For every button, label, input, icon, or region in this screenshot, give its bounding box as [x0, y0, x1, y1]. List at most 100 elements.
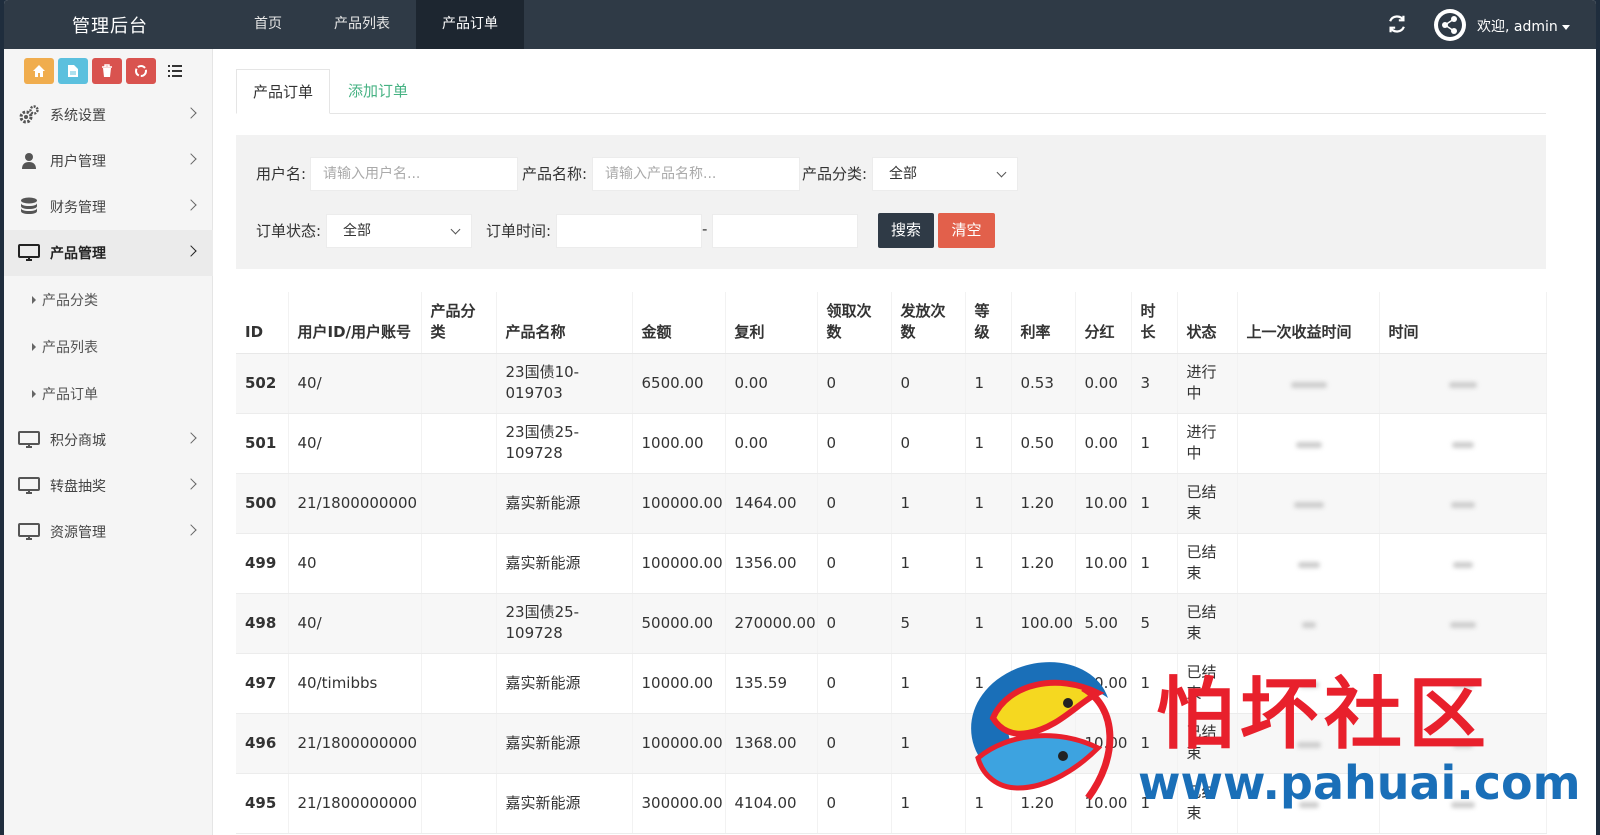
sidebar-item-finance[interactable]: 财务管理 [4, 184, 213, 230]
avatar[interactable] [1434, 9, 1466, 41]
sidebar-subitem-product-category[interactable]: 产品分类 [4, 276, 213, 323]
column-header-level: 等级 [965, 292, 1012, 354]
monitor-icon [18, 242, 40, 264]
sidebar-item-lucky-wheel[interactable]: 转盘抽奖 [4, 463, 213, 509]
table-row[interactable]: 498 40/23国债25-109728 50000.00 270000.00 0 5 1 1… [236, 593, 1547, 654]
cell-compound: 270000.00 [725, 593, 818, 654]
cell-user: 40/ [288, 353, 422, 414]
table-row[interactable]: 499 40 嘉实新能源 100000.00 1356.00 0 1 1 1.20 10.00 1 已… [236, 533, 1547, 594]
order-time-end-input[interactable] [712, 214, 858, 248]
column-header-category: 产品分类 [421, 292, 497, 354]
chevron-right-icon [185, 107, 197, 119]
nav-product-orders[interactable]: 产品订单 [416, 0, 524, 49]
cell-time [1379, 713, 1547, 774]
clear-button[interactable]: 清空 [938, 213, 995, 248]
cell-user: 40/timibbs [288, 653, 422, 714]
cell-user: 40/ [288, 593, 422, 654]
sidebar-subitem-product-orders[interactable]: 产品订单 [4, 370, 213, 417]
table-row[interactable]: 500 21/1800000000 嘉实新能源 100000.00 1464.00 0 1 1… [236, 473, 1547, 534]
cell-claim-count: 0 [817, 473, 892, 534]
cell-amount: 100000.00 [632, 473, 726, 534]
table-row[interactable]: 496 21/1800000000 嘉实新能源 100000.00 1368.00 0 1 1… [236, 713, 1547, 774]
cell-rate: 1.20 [1011, 713, 1076, 774]
cell-time [1379, 533, 1547, 594]
cell-level: 1 [965, 713, 1012, 774]
sidebar-item-resource-management[interactable]: 资源管理 [4, 509, 213, 555]
cell-bonus: 0.00 [1075, 353, 1132, 414]
sidebar-item-label: 用户管理 [50, 154, 106, 170]
cell-user: 40/ [288, 413, 422, 474]
cell-rate: 0.50 [1011, 413, 1076, 474]
sidebar-item-user-management[interactable]: 用户管理 [4, 138, 213, 184]
cell-amount: 6500.00 [632, 353, 726, 414]
sidebar-item-label: 产品管理 [50, 246, 106, 262]
cell-category [421, 533, 497, 594]
user-menu[interactable]: 欢迎, admin [1477, 16, 1570, 36]
caret-down-icon [1561, 24, 1570, 30]
cell-category [421, 473, 497, 534]
product-name-input[interactable]: 请输入产品名称... [592, 157, 800, 191]
cell-id: 495 [236, 773, 289, 834]
recycle-button[interactable] [126, 58, 156, 84]
sidebar-item-product-management[interactable]: 产品管理 [4, 230, 213, 276]
cell-issue-count: 5 [891, 593, 966, 654]
redacted-timestamp [1453, 741, 1473, 748]
table-row[interactable]: 502 40/23国债10-019703 6500.00 0.00 0 0 1 0.53 0.0… [236, 353, 1547, 414]
file-button[interactable] [58, 58, 88, 84]
cell-level: 1 [965, 413, 1012, 474]
table-body: 502 40/23国债10-019703 6500.00 0.00 0 0 1 0.53 0.0… [236, 353, 1547, 834]
cell-id: 496 [236, 713, 289, 774]
chevron-right-icon [185, 524, 197, 536]
cell-level: 1 [965, 353, 1012, 414]
sidebar-item-system-settings[interactable]: 系统设置 [4, 92, 213, 138]
home-button[interactable] [24, 58, 54, 84]
cell-time [1379, 653, 1547, 714]
cell-last-income-time [1237, 713, 1380, 774]
filter-panel: 用户名: 请输入用户名... 产品名称: 请输入产品名称... 产品分类: 全部… [236, 135, 1546, 269]
refresh-icon[interactable] [1386, 13, 1408, 35]
sidebar-subitem-product-list[interactable]: 产品列表 [4, 323, 213, 370]
cell-amount: 50000.00 [632, 593, 726, 654]
redacted-timestamp [1298, 681, 1319, 688]
cell-duration: 1 [1131, 413, 1178, 474]
cell-product-name: 嘉实新能源 [496, 773, 633, 834]
cell-bonus: 10.00 [1075, 773, 1132, 834]
cell-category [421, 353, 497, 414]
tab-bar: 产品订单 添加订单 [236, 69, 1546, 114]
trash-button[interactable] [92, 58, 122, 84]
cell-product-name: 嘉实新能源 [496, 533, 633, 594]
username-input[interactable]: 请输入用户名... [310, 157, 518, 191]
top-navbar: 管理后台 首页 产品列表 产品订单 欢迎, admin [4, 0, 1596, 49]
column-header-claim-count: 领取次数 [817, 292, 892, 354]
search-button[interactable]: 搜索 [878, 213, 934, 248]
recycle-icon [135, 65, 147, 77]
nav-home[interactable]: 首页 [228, 0, 308, 49]
tab-product-orders[interactable]: 产品订单 [236, 69, 331, 114]
order-status-select[interactable]: 全部 [326, 214, 472, 248]
table-row[interactable]: 495 21/1800000000 嘉实新能源 300000.00 4104.00 0 1 1… [236, 773, 1547, 834]
cell-issue-count: 0 [891, 353, 966, 414]
tab-add-order[interactable]: 添加订单 [330, 69, 426, 114]
app-window: 管理后台 首页 产品列表 产品订单 欢迎, admin 系统设置 用户管理 财务… [4, 0, 1596, 835]
category-select[interactable]: 全部 [872, 157, 1018, 191]
database-icon [18, 196, 40, 218]
list-button[interactable] [160, 58, 190, 84]
order-time-label: 订单时间: [486, 222, 552, 240]
cell-time [1379, 473, 1547, 534]
cell-compound: 1356.00 [725, 533, 818, 594]
cell-compound: 135.59 [725, 653, 818, 714]
table-row[interactable]: 501 40/23国债25-109728 1000.00 0.00 0 0 1 0.50 0.0… [236, 413, 1547, 474]
cell-compound: 4104.00 [725, 773, 818, 834]
cell-status: 进行中 [1177, 413, 1238, 474]
cell-level: 1 [965, 593, 1012, 654]
username-label: 用户名: [256, 165, 307, 183]
table-row[interactable]: 497 40/timibbs 嘉实新能源 10000.00 135.59 0 1 1 1.20 1… [236, 653, 1547, 714]
nav-product-list[interactable]: 产品列表 [308, 0, 416, 49]
sidebar-item-points-mall[interactable]: 积分商城 [4, 417, 213, 463]
cell-product-name: 嘉实新能源 [496, 713, 633, 774]
order-time-start-input[interactable] [556, 214, 702, 248]
cell-last-income-time [1237, 473, 1380, 534]
sidebar-subitem-label: 产品订单 [42, 386, 98, 403]
cell-status: 已结束 [1177, 713, 1238, 774]
cell-rate: 1.20 [1011, 533, 1076, 594]
